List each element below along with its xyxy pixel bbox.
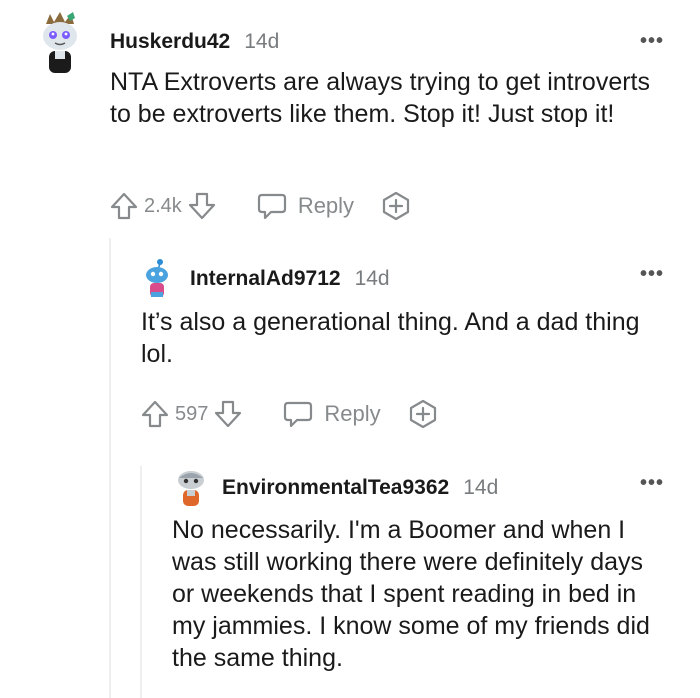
comment-header: EnvironmentalTea9362 14d [222, 476, 498, 500]
comment-header: Huskerdu42 14d [110, 30, 279, 54]
timestamp[interactable]: 14d [244, 30, 279, 54]
award-button[interactable] [380, 190, 412, 222]
thread-line[interactable] [140, 466, 142, 698]
snoo-avatar-icon [146, 259, 168, 297]
timestamp[interactable]: 14d [355, 267, 390, 291]
upvote-icon [141, 400, 169, 428]
avatar[interactable] [142, 258, 172, 300]
upvote-button[interactable] [141, 399, 169, 429]
avatar[interactable] [174, 468, 208, 508]
reply-button[interactable]: Reply [256, 191, 354, 221]
award-button[interactable] [407, 398, 439, 430]
downvote-icon [215, 400, 242, 428]
comment-actions: 2.4k Reply [110, 190, 412, 222]
more-dots-icon: ••• [640, 263, 665, 285]
reply-bubble-icon [257, 193, 286, 220]
vote-count: 2.4k [144, 194, 182, 217]
timestamp[interactable]: 14d [463, 476, 498, 500]
more-options-button[interactable]: ••• [640, 472, 664, 495]
more-dots-icon: ••• [640, 472, 665, 494]
comment-body: NTA Extroverts are always trying to get … [110, 68, 651, 128]
comment-body: No necessarily. I'm a Boomer and when I … [172, 516, 650, 672]
award-plus-icon [409, 399, 436, 429]
reply-button[interactable]: Reply [282, 399, 381, 429]
reply-bubble-icon [284, 401, 313, 428]
upvote-button[interactable] [110, 191, 138, 221]
comment-actions: 597 Reply [141, 398, 439, 430]
upvote-icon [110, 192, 138, 220]
avatar[interactable] [38, 10, 84, 74]
reply-label: Reply [324, 401, 381, 426]
snoo-avatar-icon [43, 12, 77, 73]
reply-label: Reply [297, 193, 355, 218]
downvote-button[interactable] [214, 399, 242, 429]
award-plus-icon [382, 191, 410, 221]
username[interactable]: InternalAd9712 [190, 267, 341, 291]
snoo-avatar-icon [178, 471, 204, 506]
downvote-button[interactable] [188, 191, 216, 221]
more-dots-icon: ••• [640, 30, 665, 52]
more-options-button[interactable]: ••• [640, 30, 664, 53]
more-options-button[interactable]: ••• [640, 263, 664, 286]
username[interactable]: Huskerdu42 [110, 30, 230, 54]
comment-body: It’s also a generational thing. And a da… [141, 308, 640, 368]
vote-count: 597 [175, 402, 209, 425]
comment-header: InternalAd9712 14d [190, 267, 390, 291]
downvote-icon [188, 192, 215, 220]
username[interactable]: EnvironmentalTea9362 [222, 476, 449, 500]
thread-line[interactable] [109, 238, 111, 698]
